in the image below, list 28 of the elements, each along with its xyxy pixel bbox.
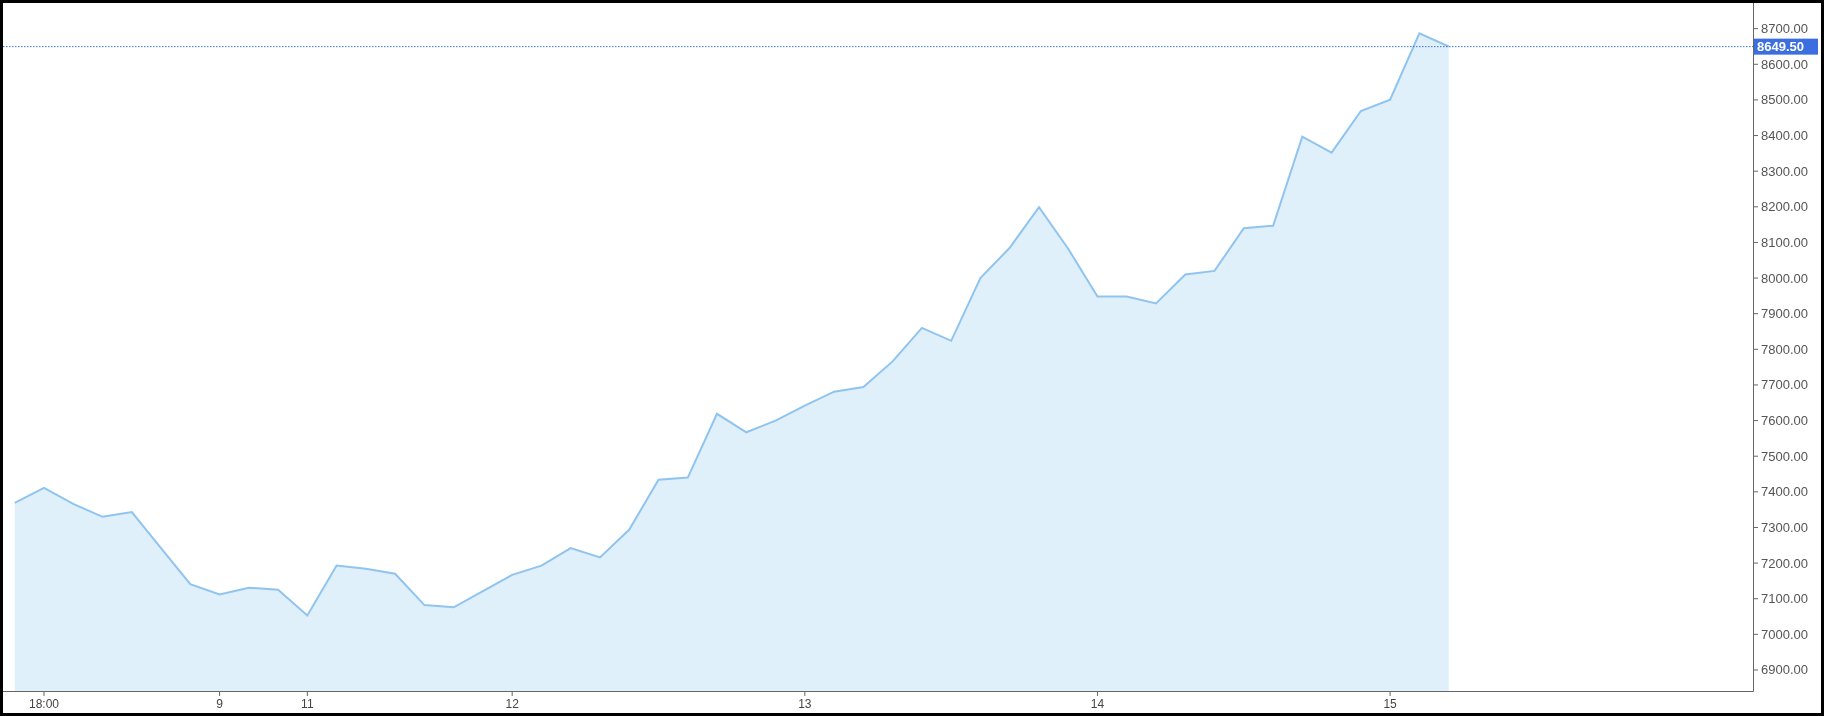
x-axis-label: 11 <box>301 697 314 711</box>
y-axis-label: 8400.00 <box>1761 128 1808 144</box>
y-axis-label: 7000.00 <box>1761 626 1808 642</box>
y-axis-label: 7400.00 <box>1761 484 1808 500</box>
y-axis-label: 8000.00 <box>1761 270 1808 286</box>
x-axis-label: 9 <box>216 697 223 711</box>
x-axis-label: 15 <box>1383 697 1397 711</box>
y-axis-label: 8200.00 <box>1761 199 1808 215</box>
y-axis-label: 7900.00 <box>1761 306 1808 322</box>
y-axis-label: 7700.00 <box>1761 377 1808 393</box>
y-axis-label: 7600.00 <box>1761 413 1808 429</box>
y-axis-label: 7300.00 <box>1761 519 1808 535</box>
ref-line-label: 8649.50 <box>1757 39 1804 55</box>
y-axis-label: 7200.00 <box>1761 555 1808 571</box>
y-axis-label: 8600.00 <box>1761 56 1808 72</box>
y-axis-label: 7100.00 <box>1761 591 1808 607</box>
price-marker: 8649.50 <box>1754 38 1818 55</box>
x-axis-label: 13 <box>798 697 812 711</box>
x-axis-label: 18:00 <box>28 697 59 711</box>
x-axis-label: 12 <box>505 697 519 711</box>
y-axis-label: 7500.00 <box>1761 448 1808 464</box>
y-axis-label: 7800.00 <box>1761 341 1808 357</box>
y-axis-label: 6900.00 <box>1761 662 1808 678</box>
y-axis-label: 8100.00 <box>1761 234 1808 250</box>
y-axis-label: 8700.00 <box>1761 21 1808 37</box>
x-axis-label: 14 <box>1090 697 1105 711</box>
y-axis-label: 8300.00 <box>1761 163 1808 179</box>
y-axis-label: 8500.00 <box>1761 92 1808 108</box>
